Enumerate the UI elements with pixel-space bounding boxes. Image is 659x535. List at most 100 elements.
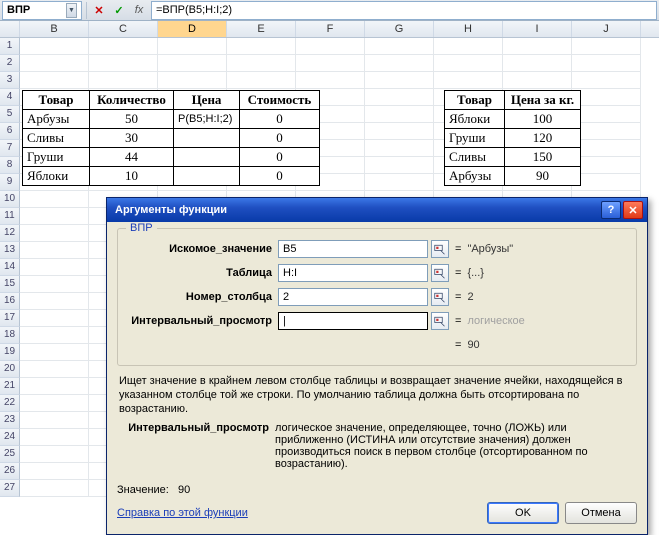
- cell[interactable]: [365, 174, 434, 191]
- row-header[interactable]: 15: [0, 276, 20, 293]
- cell[interactable]: [572, 38, 641, 55]
- cell-price[interactable]: 120: [505, 129, 581, 148]
- range-selector-button[interactable]: [431, 288, 449, 306]
- cell[interactable]: [572, 157, 641, 174]
- cell[interactable]: [20, 310, 89, 327]
- argument-input[interactable]: 2: [278, 288, 428, 306]
- column-header-I[interactable]: I: [503, 21, 572, 37]
- row-header[interactable]: 6: [0, 123, 20, 140]
- cell-price[interactable]: Р(B5;H:I;2): [174, 110, 240, 129]
- row-header[interactable]: 5: [0, 106, 20, 123]
- cell[interactable]: [89, 55, 158, 72]
- row-header[interactable]: 12: [0, 225, 20, 242]
- cell[interactable]: [296, 55, 365, 72]
- row-header[interactable]: 3: [0, 72, 20, 89]
- cell[interactable]: [365, 55, 434, 72]
- row-header[interactable]: 23: [0, 412, 20, 429]
- cell-price[interactable]: 150: [505, 148, 581, 167]
- ok-button[interactable]: OK: [487, 502, 559, 524]
- cell[interactable]: [365, 89, 434, 106]
- column-header-D[interactable]: D: [158, 21, 227, 37]
- cell[interactable]: [365, 123, 434, 140]
- cell-price[interactable]: [174, 167, 240, 186]
- cell[interactable]: [20, 55, 89, 72]
- column-header-H[interactable]: H: [434, 21, 503, 37]
- cell[interactable]: [20, 480, 89, 497]
- cell[interactable]: [20, 191, 89, 208]
- cell[interactable]: [572, 89, 641, 106]
- row-header[interactable]: 10: [0, 191, 20, 208]
- cell[interactable]: [572, 174, 641, 191]
- cell[interactable]: [20, 293, 89, 310]
- row-header[interactable]: 19: [0, 344, 20, 361]
- cell-price[interactable]: [174, 148, 240, 167]
- cell[interactable]: [20, 327, 89, 344]
- cell[interactable]: [503, 55, 572, 72]
- cell[interactable]: [158, 55, 227, 72]
- range-selector-button[interactable]: [431, 312, 449, 330]
- cell[interactable]: [365, 38, 434, 55]
- cell[interactable]: [158, 72, 227, 89]
- cell[interactable]: [572, 55, 641, 72]
- name-box[interactable]: ВПР ▼: [2, 1, 82, 20]
- cell[interactable]: [365, 157, 434, 174]
- cell[interactable]: [89, 72, 158, 89]
- row-header[interactable]: 17: [0, 310, 20, 327]
- row-header[interactable]: 25: [0, 446, 20, 463]
- cell[interactable]: [296, 72, 365, 89]
- cell-product[interactable]: Груши: [445, 129, 505, 148]
- cell[interactable]: [503, 38, 572, 55]
- accept-formula-button[interactable]: ✓: [110, 1, 128, 19]
- cell-qty[interactable]: 44: [90, 148, 174, 167]
- cell[interactable]: [20, 412, 89, 429]
- cell[interactable]: [20, 446, 89, 463]
- cell[interactable]: [20, 276, 89, 293]
- cell[interactable]: [572, 140, 641, 157]
- cell-product[interactable]: Арбузы: [23, 110, 90, 129]
- cell[interactable]: [20, 72, 89, 89]
- cell[interactable]: [434, 72, 503, 89]
- cell[interactable]: [365, 106, 434, 123]
- cell[interactable]: [572, 106, 641, 123]
- cell-cost[interactable]: 0: [240, 148, 320, 167]
- argument-input[interactable]: |: [278, 312, 428, 330]
- cell-product[interactable]: Арбузы: [445, 167, 505, 186]
- cell[interactable]: [20, 259, 89, 276]
- cell[interactable]: [227, 38, 296, 55]
- cell[interactable]: [227, 55, 296, 72]
- row-header[interactable]: 1: [0, 38, 20, 55]
- row-header[interactable]: 7: [0, 140, 20, 157]
- cell-product[interactable]: Яблоки: [23, 167, 90, 186]
- column-header-B[interactable]: B: [20, 21, 89, 37]
- cell-qty[interactable]: 50: [90, 110, 174, 129]
- cell[interactable]: [20, 38, 89, 55]
- cell[interactable]: [503, 72, 572, 89]
- cell-product[interactable]: Сливы: [445, 148, 505, 167]
- column-header-J[interactable]: J: [572, 21, 641, 37]
- formula-input[interactable]: =ВПР(B5;H:I;2): [151, 1, 657, 20]
- row-header[interactable]: 20: [0, 361, 20, 378]
- select-all-corner[interactable]: [0, 21, 20, 37]
- range-selector-button[interactable]: [431, 240, 449, 258]
- cell-cost[interactable]: 0: [240, 167, 320, 186]
- dialog-titlebar[interactable]: Аргументы функции ? ✕: [107, 198, 647, 222]
- cancel-formula-button[interactable]: ✕: [90, 1, 108, 19]
- argument-input[interactable]: H:I: [278, 264, 428, 282]
- name-box-dropdown-icon[interactable]: ▼: [66, 3, 77, 18]
- cell-product[interactable]: Яблоки: [445, 110, 505, 129]
- row-header[interactable]: 13: [0, 242, 20, 259]
- row-header[interactable]: 2: [0, 55, 20, 72]
- row-header[interactable]: 14: [0, 259, 20, 276]
- row-header[interactable]: 4: [0, 89, 20, 106]
- cell[interactable]: [365, 140, 434, 157]
- dialog-help-button[interactable]: ?: [601, 201, 621, 219]
- row-header[interactable]: 16: [0, 293, 20, 310]
- column-header-E[interactable]: E: [227, 21, 296, 37]
- cell-product[interactable]: Груши: [23, 148, 90, 167]
- cell[interactable]: [20, 429, 89, 446]
- row-header[interactable]: 8: [0, 157, 20, 174]
- insert-function-button[interactable]: fx: [130, 1, 148, 19]
- column-header-G[interactable]: G: [365, 21, 434, 37]
- row-header[interactable]: 27: [0, 480, 20, 497]
- cell-cost[interactable]: 0: [240, 129, 320, 148]
